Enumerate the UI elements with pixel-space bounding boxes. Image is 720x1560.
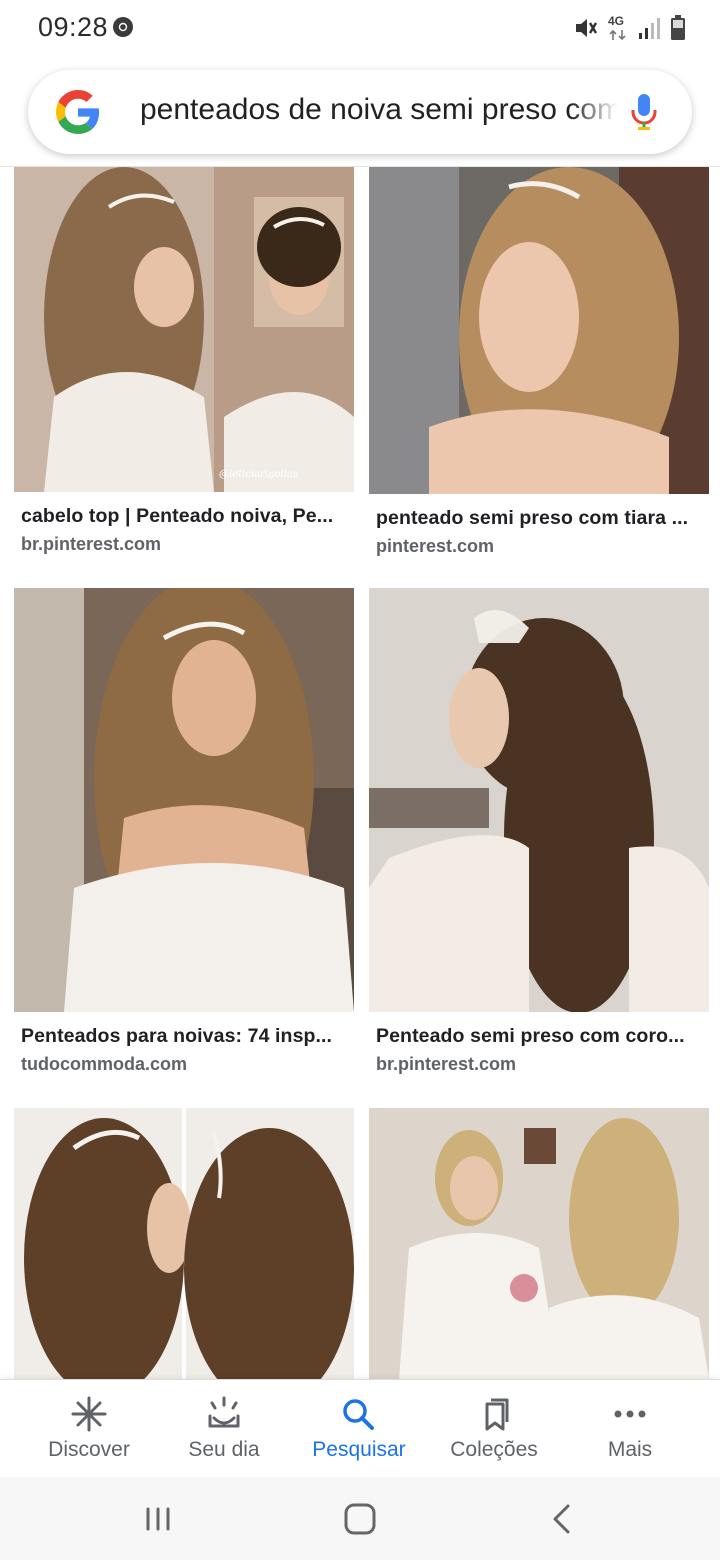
result-image[interactable]: @leticiarigolias <box>14 167 354 492</box>
nav-seu-dia[interactable]: Seu dia <box>156 1380 292 1477</box>
nav-mais[interactable]: Mais <box>562 1380 698 1477</box>
more-dots-icon <box>614 1410 646 1418</box>
microphone-icon[interactable] <box>630 92 658 132</box>
result-image[interactable] <box>14 1108 354 1379</box>
search-bar[interactable]: penteados de noiva semi preso com tiara <box>28 70 692 154</box>
result-card[interactable]: penteado semi preso com tiara ... pinter… <box>369 167 709 557</box>
result-domain: br.pinterest.com <box>21 534 162 554</box>
status-time: 09:28 <box>38 12 109 42</box>
result-card[interactable]: Penteado semi preso com coro... br.pinte… <box>369 588 709 1078</box>
bride-photo-image <box>369 1108 709 1379</box>
image-results: @leticiarigolias cabelo top | Penteado n… <box>0 167 720 1379</box>
result-title[interactable]: cabelo top | Penteado noiva, Pe... <box>21 505 351 528</box>
battery-icon <box>671 15 685 40</box>
result-image[interactable] <box>369 1108 709 1379</box>
nav-colecoes[interactable]: Coleções <box>426 1380 562 1477</box>
home-icon[interactable] <box>338 1497 382 1541</box>
search-icon <box>343 1399 374 1430</box>
bride-photo-image: @leticiarigolias <box>14 167 354 492</box>
result-title[interactable]: Penteado semi preso com coro... <box>376 1025 706 1048</box>
result-card[interactable]: @leticiarigolias cabelo top | Penteado n… <box>14 167 354 557</box>
mute-vibrate-icon <box>576 19 598 37</box>
search-query[interactable]: penteados de noiva semi preso com tiara <box>140 93 618 127</box>
bride-photo-image <box>369 588 709 1012</box>
result-image[interactable] <box>369 588 709 1012</box>
nav-label: Mais <box>607 1438 653 1461</box>
nav-pesquisar[interactable]: Pesquisar <box>291 1380 427 1477</box>
bride-photo-image <box>14 588 354 1012</box>
nav-label: Discover <box>48 1438 130 1461</box>
result-domain: pinterest.com <box>376 536 495 556</box>
sunrise-icon <box>208 1396 240 1428</box>
result-image[interactable] <box>14 588 354 1012</box>
nav-label: Pesquisar <box>312 1438 406 1461</box>
nav-discover[interactable]: Discover <box>21 1380 157 1477</box>
collections-icon <box>485 1398 509 1431</box>
network-indicator: 4G <box>608 14 628 42</box>
watermark-text: @leticiarigolias <box>219 469 298 480</box>
result-domain: br.pinterest.com <box>376 1054 517 1074</box>
status-bar: 09:28 4G <box>0 0 720 56</box>
status-icons: 4G <box>572 14 686 42</box>
result-card[interactable] <box>369 1108 709 1379</box>
result-title[interactable]: Penteados para noivas: 74 insp... <box>21 1025 351 1048</box>
result-card[interactable]: Penteados para noivas: 74 insp... tudoco… <box>14 588 354 1078</box>
network-label: 4G <box>608 14 625 28</box>
result-domain: tudocommoda.com <box>21 1054 188 1074</box>
bottom-navigation: Discover Seu dia Pesquisar Coleções Mais <box>0 1379 720 1477</box>
google-logo-icon <box>56 90 100 134</box>
recent-apps-icon[interactable] <box>136 1497 180 1541</box>
result-title[interactable]: penteado semi preso com tiara ... <box>376 507 706 530</box>
result-image[interactable] <box>369 167 709 494</box>
data-arrows-icon <box>609 29 626 41</box>
bride-photo-image <box>14 1108 354 1379</box>
system-navigation-bar <box>0 1477 720 1560</box>
back-icon[interactable] <box>540 1497 584 1541</box>
nav-label: Seu dia <box>188 1438 260 1461</box>
bride-photo-image <box>369 167 709 494</box>
result-card[interactable] <box>14 1108 354 1379</box>
chrome-notification-icon <box>113 17 133 37</box>
signal-icon <box>639 18 660 39</box>
asterisk-icon <box>71 1396 107 1432</box>
nav-label: Coleções <box>450 1438 538 1461</box>
